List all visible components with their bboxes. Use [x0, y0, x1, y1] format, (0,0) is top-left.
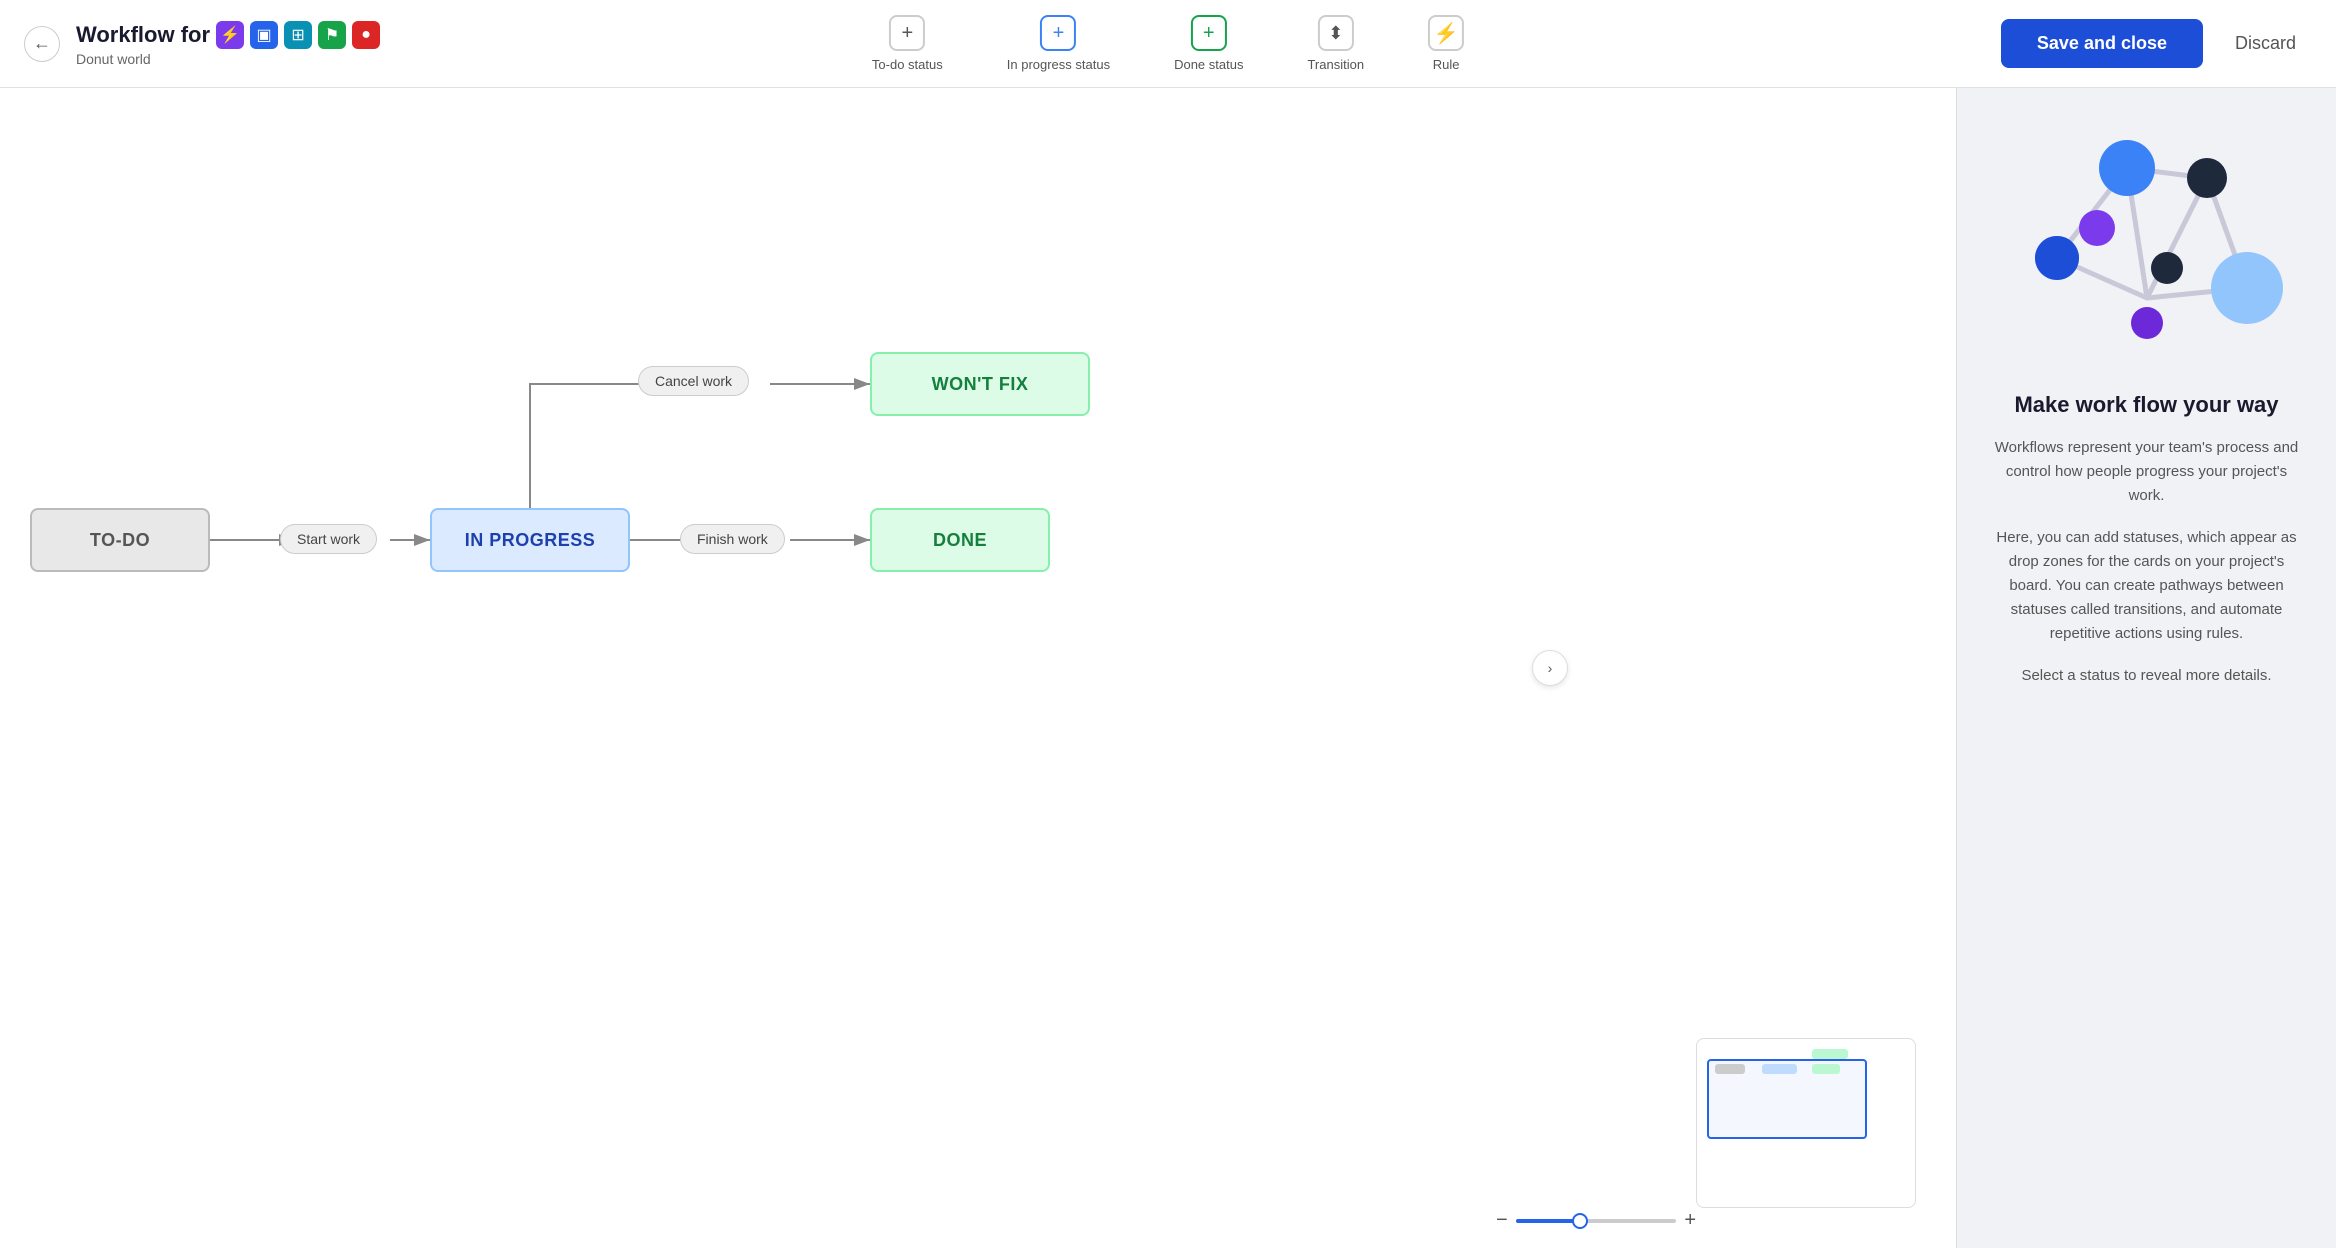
green-icon: ⚑ [318, 21, 346, 49]
sidebar-title: Make work flow your way [2014, 392, 2278, 418]
workflow-subtitle: Donut world [76, 51, 380, 67]
title-text: Workflow for [76, 22, 210, 48]
transition-label: Transition [1307, 57, 1364, 72]
done-status-icon: + [1191, 15, 1227, 51]
graph-svg [2007, 128, 2287, 368]
teal-icon: ⊞ [284, 21, 312, 49]
toolbar-item-todo[interactable]: + To-do status [840, 7, 975, 80]
minimap [1696, 1038, 1916, 1208]
sidebar-paragraph-2: Here, you can add statuses, which appear… [1987, 526, 2306, 646]
zoom-in-icon[interactable]: + [1684, 1209, 1696, 1232]
rule-label: Rule [1433, 57, 1460, 72]
zoom-controls: − + [1496, 1209, 1696, 1232]
cancel-work-label: Cancel work [655, 373, 732, 389]
done-label: DONE [933, 530, 987, 551]
wontfix-label: WON'T FIX [932, 374, 1029, 395]
transition-start-work[interactable]: Start work [280, 524, 377, 554]
sidebar-paragraph-3: Select a status to reveal more details. [2021, 664, 2271, 688]
toolbar-item-inprogress[interactable]: + In progress status [975, 7, 1142, 80]
zoom-out-icon[interactable]: − [1496, 1209, 1508, 1232]
main-layout: TO-DO Start work IN PROGRESS Finish work… [0, 88, 2336, 1248]
title-row: Workflow for ⚡ ▣ ⊞ ⚑ ● [76, 21, 380, 49]
toolbar-center: + To-do status + In progress status + Do… [840, 7, 1496, 80]
workflow-arrows [0, 88, 1956, 1248]
zoom-slider[interactable] [1516, 1219, 1677, 1223]
toolbar-item-transition[interactable]: ⬍ Transition [1275, 7, 1396, 80]
todo-status-icon: + [889, 15, 925, 51]
todo-status-label: To-do status [872, 57, 943, 72]
start-work-label: Start work [297, 531, 360, 547]
inprogress-status-label: In progress status [1007, 57, 1110, 72]
toolbar-item-done[interactable]: + Done status [1142, 7, 1275, 80]
rule-icon: ⚡ [1428, 15, 1464, 51]
save-close-button[interactable]: Save and close [2001, 19, 2203, 68]
header: ← Workflow for ⚡ ▣ ⊞ ⚑ ● Donut world + T… [0, 0, 2336, 88]
workflow-canvas[interactable]: TO-DO Start work IN PROGRESS Finish work… [0, 88, 1956, 1248]
back-button[interactable]: ← [24, 26, 60, 62]
todo-label: TO-DO [90, 530, 150, 551]
status-node-done[interactable]: DONE [870, 508, 1050, 572]
status-node-wontfix[interactable]: WON'T FIX [870, 352, 1090, 416]
blue-icon: ▣ [250, 21, 278, 49]
transition-icon: ⬍ [1318, 15, 1354, 51]
finish-work-label: Finish work [697, 531, 768, 547]
transition-finish-work[interactable]: Finish work [680, 524, 785, 554]
zoom-slider-thumb [1572, 1213, 1588, 1229]
inprogress-label: IN PROGRESS [465, 530, 596, 551]
sidebar-paragraph-1: Workflows represent your team's process … [1987, 436, 2306, 508]
inprogress-status-icon: + [1040, 15, 1076, 51]
header-actions: Save and close Discard [2001, 19, 2312, 68]
workflow-title: Workflow for ⚡ ▣ ⊞ ⚑ ● Donut world [76, 21, 380, 67]
collapse-sidebar-button[interactable]: › [1532, 650, 1568, 686]
done-status-label: Done status [1174, 57, 1243, 72]
graph-illustration [2007, 128, 2287, 368]
status-node-todo[interactable]: TO-DO [30, 508, 210, 572]
toolbar-item-rule[interactable]: ⚡ Rule [1396, 7, 1496, 80]
transition-cancel-work[interactable]: Cancel work [638, 366, 749, 396]
status-node-inprogress[interactable]: IN PROGRESS [430, 508, 630, 572]
discard-button[interactable]: Discard [2219, 19, 2312, 68]
red-icon: ● [352, 21, 380, 49]
purple-icon: ⚡ [216, 21, 244, 49]
sidebar: Make work flow your way Workflows repres… [1956, 88, 2336, 1248]
